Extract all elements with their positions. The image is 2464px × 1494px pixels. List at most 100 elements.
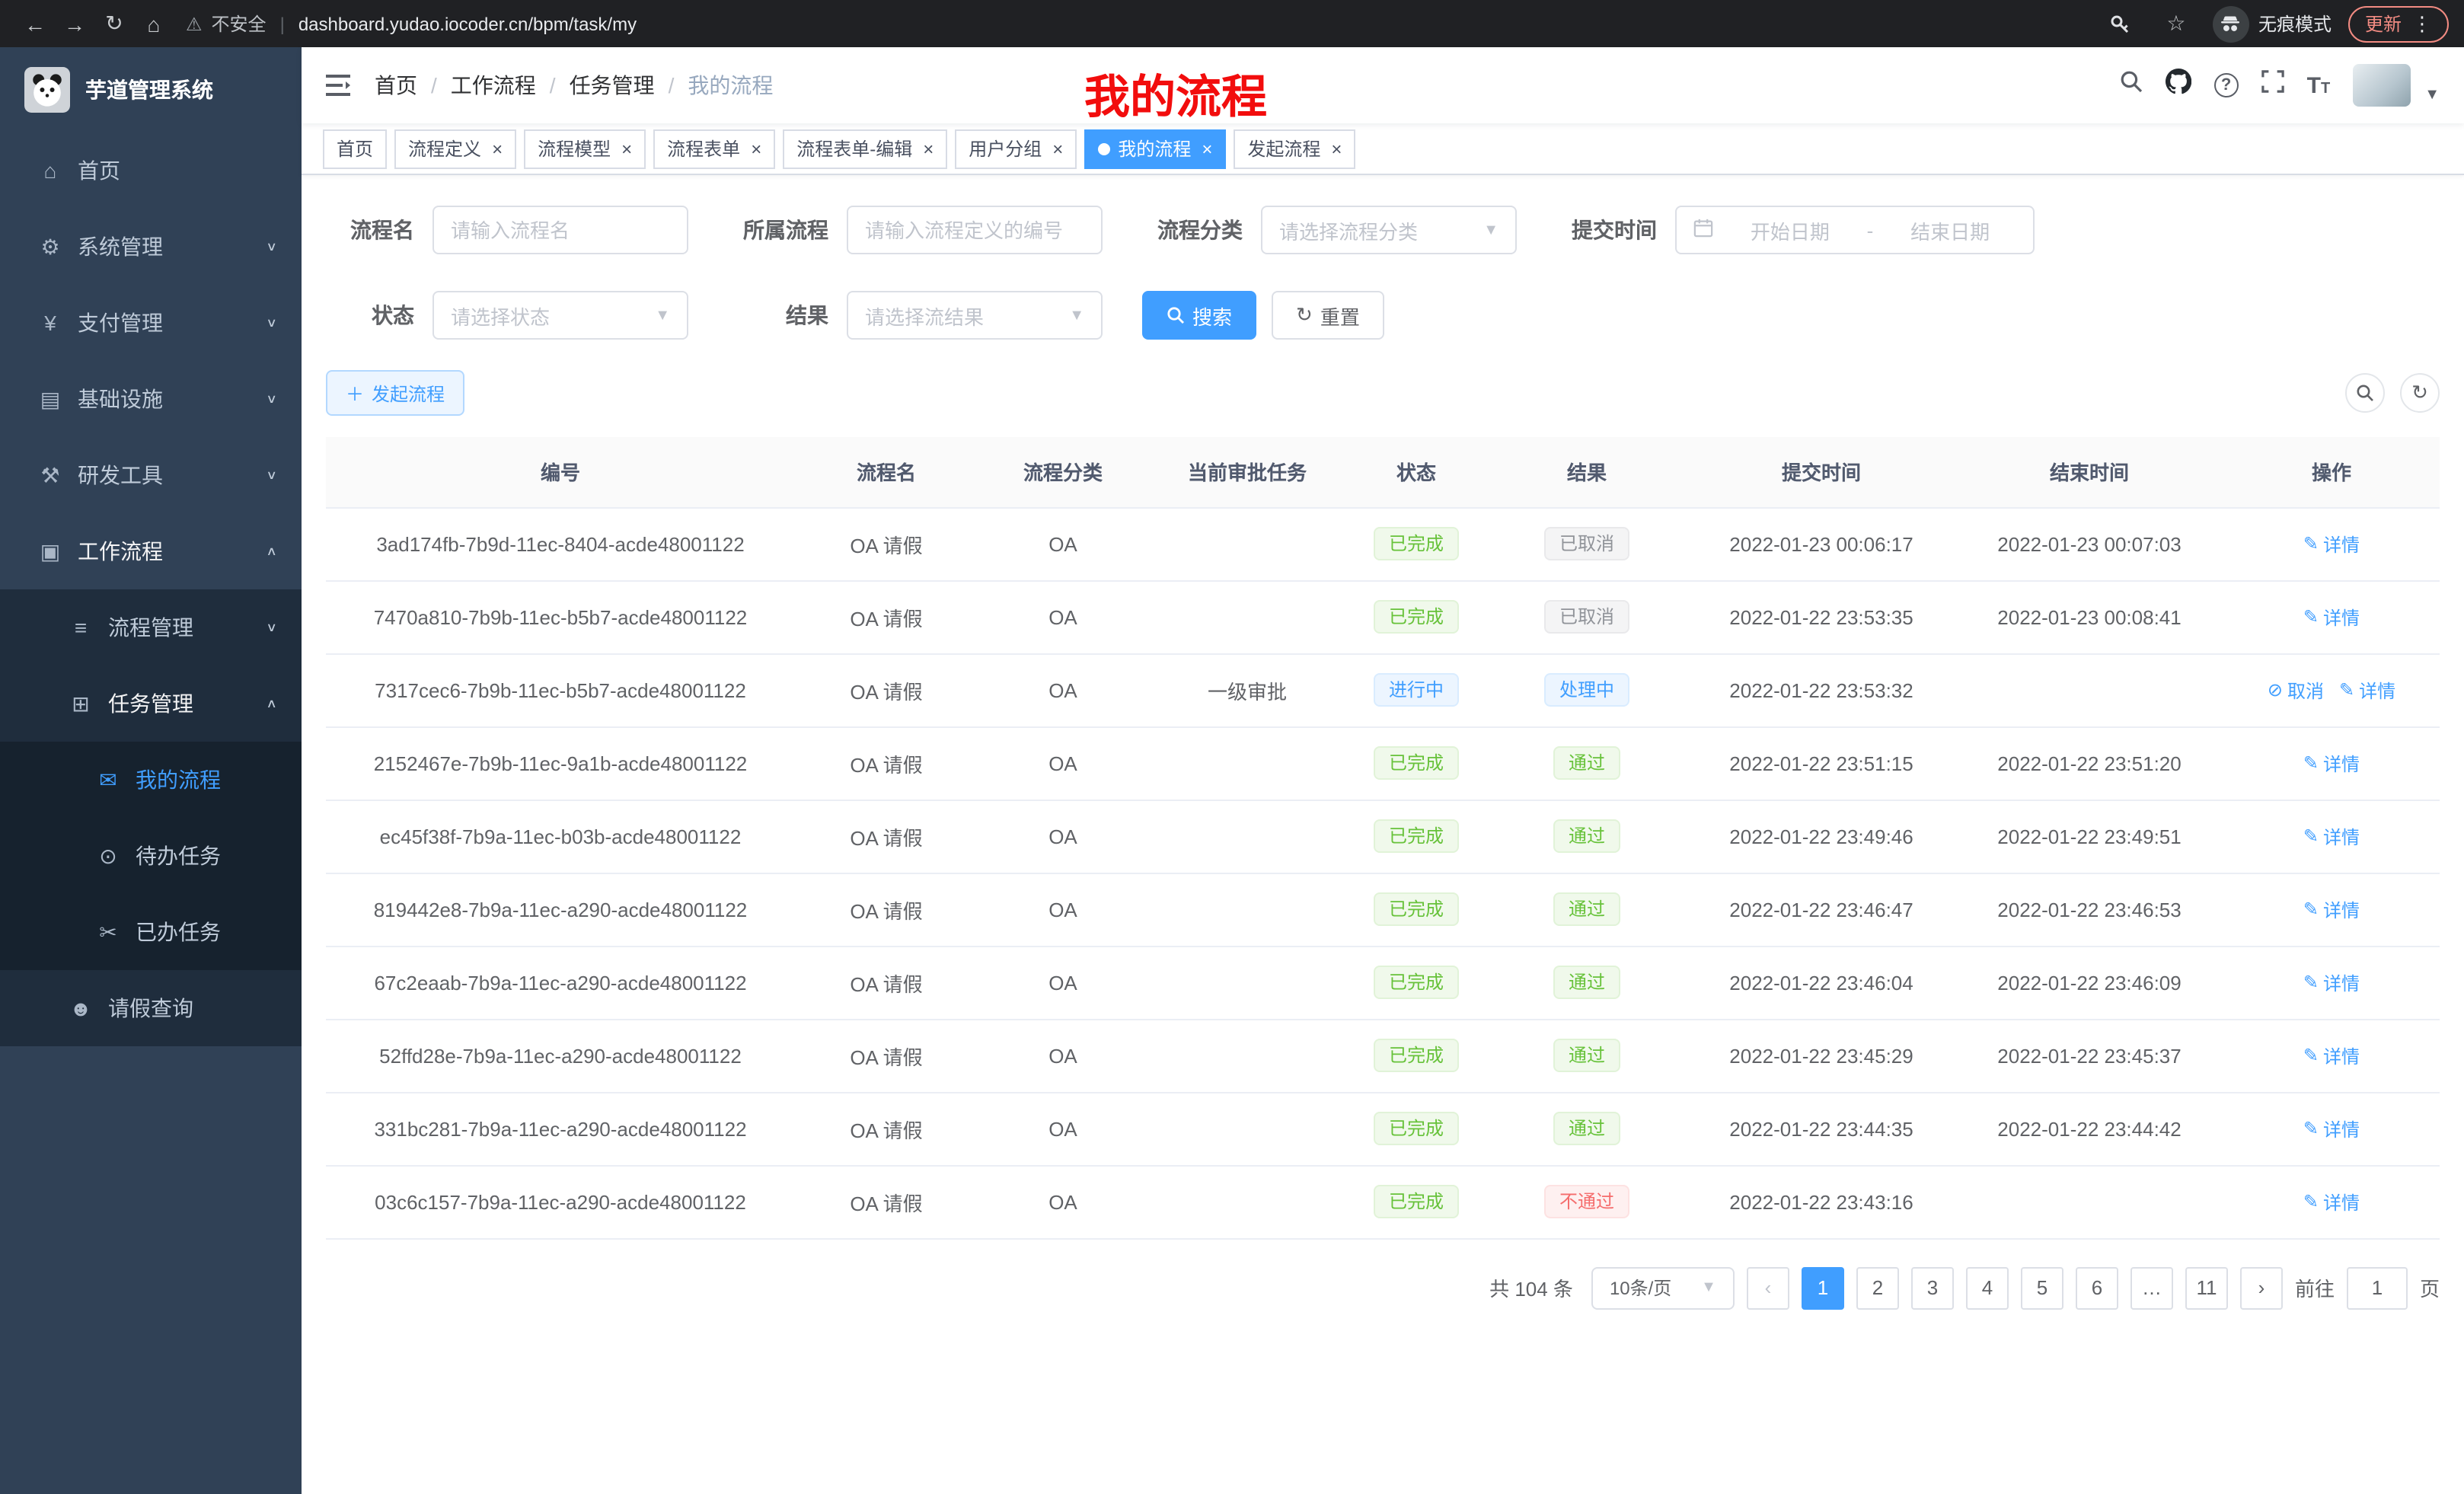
goto-page-input[interactable]: [2347, 1266, 2408, 1309]
key-icon[interactable]: [2100, 4, 2140, 43]
detail-link[interactable]: ✎详情: [2303, 1116, 2360, 1141]
status-select[interactable]: 请选择状态 ▼: [432, 291, 688, 340]
cell-current-task: [1148, 726, 1346, 800]
tab-item-0[interactable]: 首页: [323, 129, 387, 168]
fullscreen-icon[interactable]: [2261, 70, 2284, 101]
status-badge: 已完成: [1374, 746, 1459, 780]
sidebar-item-my-process[interactable]: ✉我的流程: [0, 742, 302, 818]
page-button-…[interactable]: …: [2130, 1266, 2173, 1309]
close-icon[interactable]: ×: [923, 138, 934, 159]
close-icon[interactable]: ×: [751, 138, 761, 159]
breadcrumb-home[interactable]: 首页: [375, 70, 417, 101]
chevron-up-icon: ∧: [266, 697, 277, 710]
page-button-4[interactable]: 4: [1966, 1266, 2009, 1309]
browser-back-icon[interactable]: ←: [15, 4, 55, 43]
table-row: 819442e8-7b9a-11ec-a290-acde48001122OA 请…: [326, 873, 2440, 946]
date-range-picker[interactable]: 开始日期 - 结束日期: [1675, 206, 2035, 254]
search-button[interactable]: 搜索: [1142, 291, 1256, 340]
detail-link[interactable]: ✎详情: [2303, 896, 2360, 922]
user-avatar[interactable]: [2353, 64, 2411, 107]
process-def-input[interactable]: [847, 206, 1103, 254]
sidebar-item-home[interactable]: ⌂首页: [0, 132, 302, 209]
incognito-badge[interactable]: 无痕模式: [2213, 5, 2332, 42]
address-bar[interactable]: ⚠ 不安全 | dashboard.yudao.iocoder.cn/bpm/t…: [186, 11, 2088, 37]
page-size-select[interactable]: 10条/页 ▼: [1591, 1266, 1735, 1309]
font-size-icon[interactable]: TT: [2307, 72, 2331, 98]
browser-menu-icon[interactable]: ⋮: [2412, 11, 2432, 36]
detail-link[interactable]: ✎详情: [2303, 750, 2360, 776]
detail-link[interactable]: ✎详情: [2339, 677, 2395, 703]
help-icon[interactable]: ?: [2214, 73, 2239, 97]
result-badge: 通过: [1553, 819, 1620, 853]
browser-reload-icon[interactable]: ↻: [94, 4, 134, 43]
sidebar-item-done-tasks[interactable]: ✂已办任务: [0, 894, 302, 970]
browser-forward-icon[interactable]: →: [55, 4, 94, 43]
next-page-button[interactable]: ›: [2240, 1266, 2283, 1309]
refresh-table-icon[interactable]: ↻: [2400, 373, 2440, 413]
breadcrumb-task-mgmt[interactable]: 任务管理: [570, 70, 655, 101]
sidebar-item-system[interactable]: ⚙系统管理∨: [0, 209, 302, 285]
page-button-1[interactable]: 1: [1802, 1266, 1844, 1309]
close-icon[interactable]: ×: [1331, 138, 1342, 159]
tab-label: 用户分组: [969, 136, 1042, 161]
browser-home-icon[interactable]: ⌂: [134, 4, 174, 43]
tab-item-3[interactable]: 流程表单×: [653, 129, 775, 168]
page-button-3[interactable]: 3: [1911, 1266, 1954, 1309]
close-icon[interactable]: ×: [1052, 138, 1063, 159]
detail-link[interactable]: ✎详情: [2303, 823, 2360, 849]
detail-link[interactable]: ✎详情: [2303, 531, 2360, 557]
cell-end-time: 2022-01-22 23:46:53: [1955, 873, 2223, 946]
cell-category: OA: [978, 726, 1148, 800]
sidebar-item-process-mgmt[interactable]: ≡流程管理∨: [0, 589, 302, 666]
tab-item-4[interactable]: 流程表单-编辑×: [783, 129, 947, 168]
cell-end-time: 2022-01-22 23:46:09: [1955, 946, 2223, 1019]
result-select[interactable]: 请选择流结果 ▼: [847, 291, 1103, 340]
bookmark-star-icon[interactable]: ☆: [2156, 4, 2196, 43]
search-icon[interactable]: [2120, 70, 2143, 101]
detail-link[interactable]: ✎详情: [2303, 604, 2360, 630]
sidebar-item-todo-tasks[interactable]: ⊙待办任务: [0, 818, 302, 894]
detail-link[interactable]: ✎详情: [2303, 1042, 2360, 1068]
tab-item-5[interactable]: 用户分组 ×: [955, 129, 1077, 168]
sidebar-item-devtools[interactable]: ⚒研发工具∨: [0, 437, 302, 513]
prev-page-button[interactable]: ‹: [1747, 1266, 1789, 1309]
breadcrumb-workflow[interactable]: 工作流程: [451, 70, 536, 101]
sidebar-item-workflow[interactable]: ▣工作流程∧: [0, 513, 302, 589]
cancel-link[interactable]: ⊘取消: [2268, 677, 2324, 703]
page-button-6[interactable]: 6: [2076, 1266, 2118, 1309]
tab-item-2[interactable]: 流程模型×: [524, 129, 646, 168]
process-name-input[interactable]: [432, 206, 688, 254]
close-icon[interactable]: ×: [621, 138, 632, 159]
result-badge: 通过: [1553, 1112, 1620, 1145]
page-button-5[interactable]: 5: [2021, 1266, 2063, 1309]
close-icon[interactable]: ×: [1202, 138, 1212, 159]
github-icon[interactable]: [2166, 69, 2191, 102]
result-badge: 通过: [1553, 1039, 1620, 1072]
tab-item-1[interactable]: 流程定义×: [394, 129, 516, 168]
category-select[interactable]: 请选择流程分类 ▼: [1261, 206, 1517, 254]
page-button-2[interactable]: 2: [1856, 1266, 1899, 1309]
hamburger-icon[interactable]: [326, 75, 350, 96]
cell-category: OA: [978, 1019, 1148, 1092]
detail-link[interactable]: ✎详情: [2303, 1189, 2360, 1215]
goto-suffix: 页: [2420, 1273, 2440, 1302]
page-button-11[interactable]: 11: [2185, 1266, 2228, 1309]
close-icon[interactable]: ×: [492, 138, 503, 159]
sidebar-menu: ⌂首页⚙系统管理∨¥支付管理∨▤基础设施∨⚒研发工具∨▣工作流程∧≡流程管理∨⊞…: [0, 132, 302, 1046]
cell-current-task: [1148, 873, 1346, 946]
cell-current-task[interactable]: 一级审批: [1148, 653, 1346, 726]
status-placeholder: 请选择状态: [451, 301, 550, 330]
detail-link[interactable]: ✎详情: [2303, 969, 2360, 995]
tab-item-7[interactable]: 发起流程×: [1234, 129, 1355, 168]
sidebar-item-leave-query[interactable]: ☻请假查询: [0, 970, 302, 1046]
update-button[interactable]: 更新 ⋮: [2348, 5, 2449, 42]
toggle-search-icon[interactable]: [2345, 373, 2385, 413]
create-process-button[interactable]: ＋ 发起流程: [326, 370, 464, 416]
cell-end-time: 2022-01-22 23:45:37: [1955, 1019, 2223, 1092]
sidebar-item-task-mgmt[interactable]: ⊞任务管理∧: [0, 666, 302, 742]
sidebar-item-label: 系统管理: [78, 231, 163, 262]
sidebar-item-infrastructure[interactable]: ▤基础设施∨: [0, 361, 302, 437]
tab-item-6[interactable]: 我的流程×: [1084, 129, 1226, 168]
sidebar-item-payment[interactable]: ¥支付管理∨: [0, 285, 302, 361]
reset-button[interactable]: ↻ 重置: [1272, 291, 1384, 340]
